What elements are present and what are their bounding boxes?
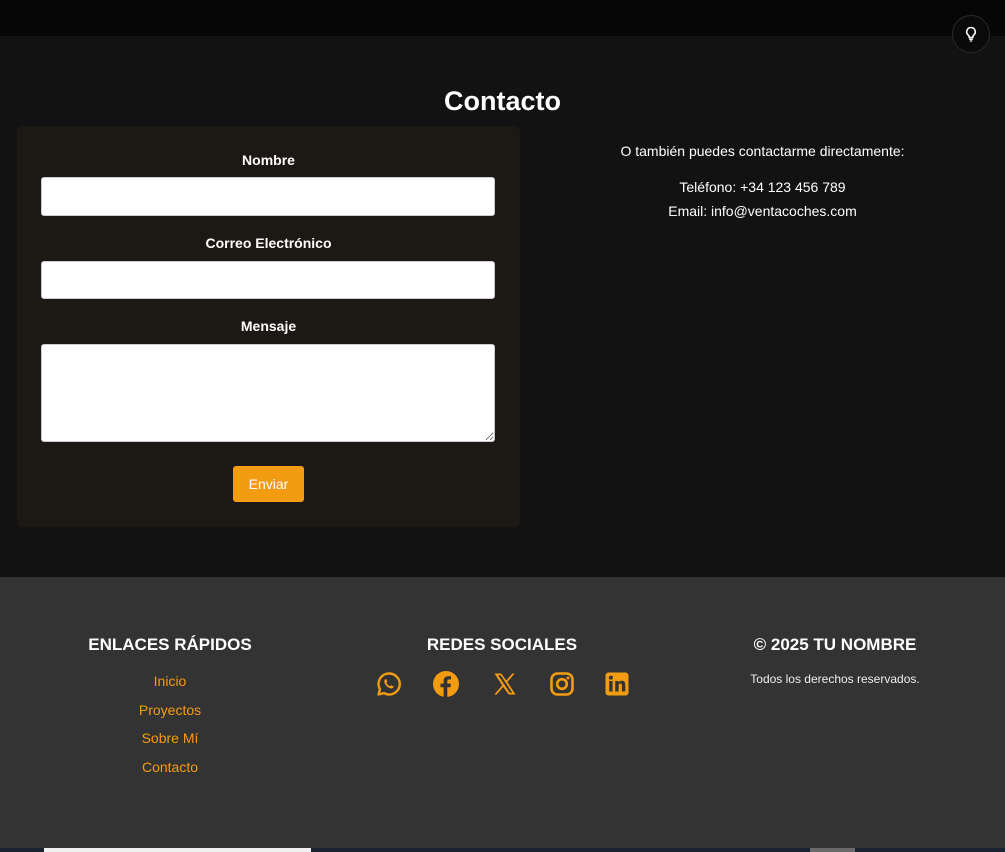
name-field[interactable]	[41, 177, 495, 216]
whatsapp-icon[interactable]	[375, 670, 403, 698]
quick-links-heading: ENLACES RÁPIDOS	[88, 635, 252, 654]
email-text: Email: info@ventacoches.com	[668, 203, 857, 219]
instagram-icon[interactable]	[548, 670, 576, 698]
footer-link-inicio[interactable]: Inicio	[70, 674, 270, 688]
social-icons-row	[362, 670, 642, 700]
facebook-icon[interactable]	[432, 670, 460, 698]
linkedin-icon[interactable]	[603, 670, 631, 698]
direct-contact-info: O también puedes contactarme directament…	[520, 144, 1005, 218]
footer: ENLACES RÁPIDOS Inicio Proyectos Sobre M…	[0, 577, 1005, 852]
footer-link-sobre-mi[interactable]: Sobre Mí	[70, 731, 270, 745]
taskbar-segment	[44, 848, 311, 852]
top-bar	[0, 0, 1005, 36]
direct-contact-intro: O también puedes contactarme directament…	[620, 143, 905, 159]
send-button[interactable]: Enviar	[233, 466, 304, 502]
social-section: REDES SOCIALES	[362, 635, 642, 697]
phone-text: Teléfono: +34 123 456 789	[679, 179, 846, 195]
quick-links-list: Inicio Proyectos Sobre Mí Contacto	[70, 674, 270, 774]
message-field[interactable]	[41, 344, 495, 442]
copyright-text: Todos los derechos reservados.	[750, 672, 920, 686]
taskbar-edge	[0, 848, 1005, 852]
page-title: Contacto	[444, 86, 561, 116]
email-label: Correo Electrónico	[205, 235, 332, 251]
lightbulb-icon	[965, 26, 977, 42]
footer-link-proyectos[interactable]: Proyectos	[70, 703, 270, 717]
quick-links-section: ENLACES RÁPIDOS Inicio Proyectos Sobre M…	[70, 635, 270, 788]
x-icon[interactable]	[491, 670, 519, 698]
social-heading: REDES SOCIALES	[426, 635, 578, 654]
email-field[interactable]	[41, 261, 495, 299]
theme-toggle-button[interactable]	[952, 15, 990, 53]
taskbar-segment	[810, 848, 855, 852]
contact-form: Nombre Correo Electrónico Mensaje Enviar	[17, 126, 520, 527]
name-label: Nombre	[242, 152, 295, 168]
copyright-section: © 2025 TU NOMBRE Todos los derechos rese…	[720, 635, 950, 686]
footer-link-contacto[interactable]: Contacto	[70, 760, 270, 774]
copyright-heading: © 2025 TU NOMBRE	[753, 635, 917, 654]
message-label: Mensaje	[240, 318, 297, 334]
